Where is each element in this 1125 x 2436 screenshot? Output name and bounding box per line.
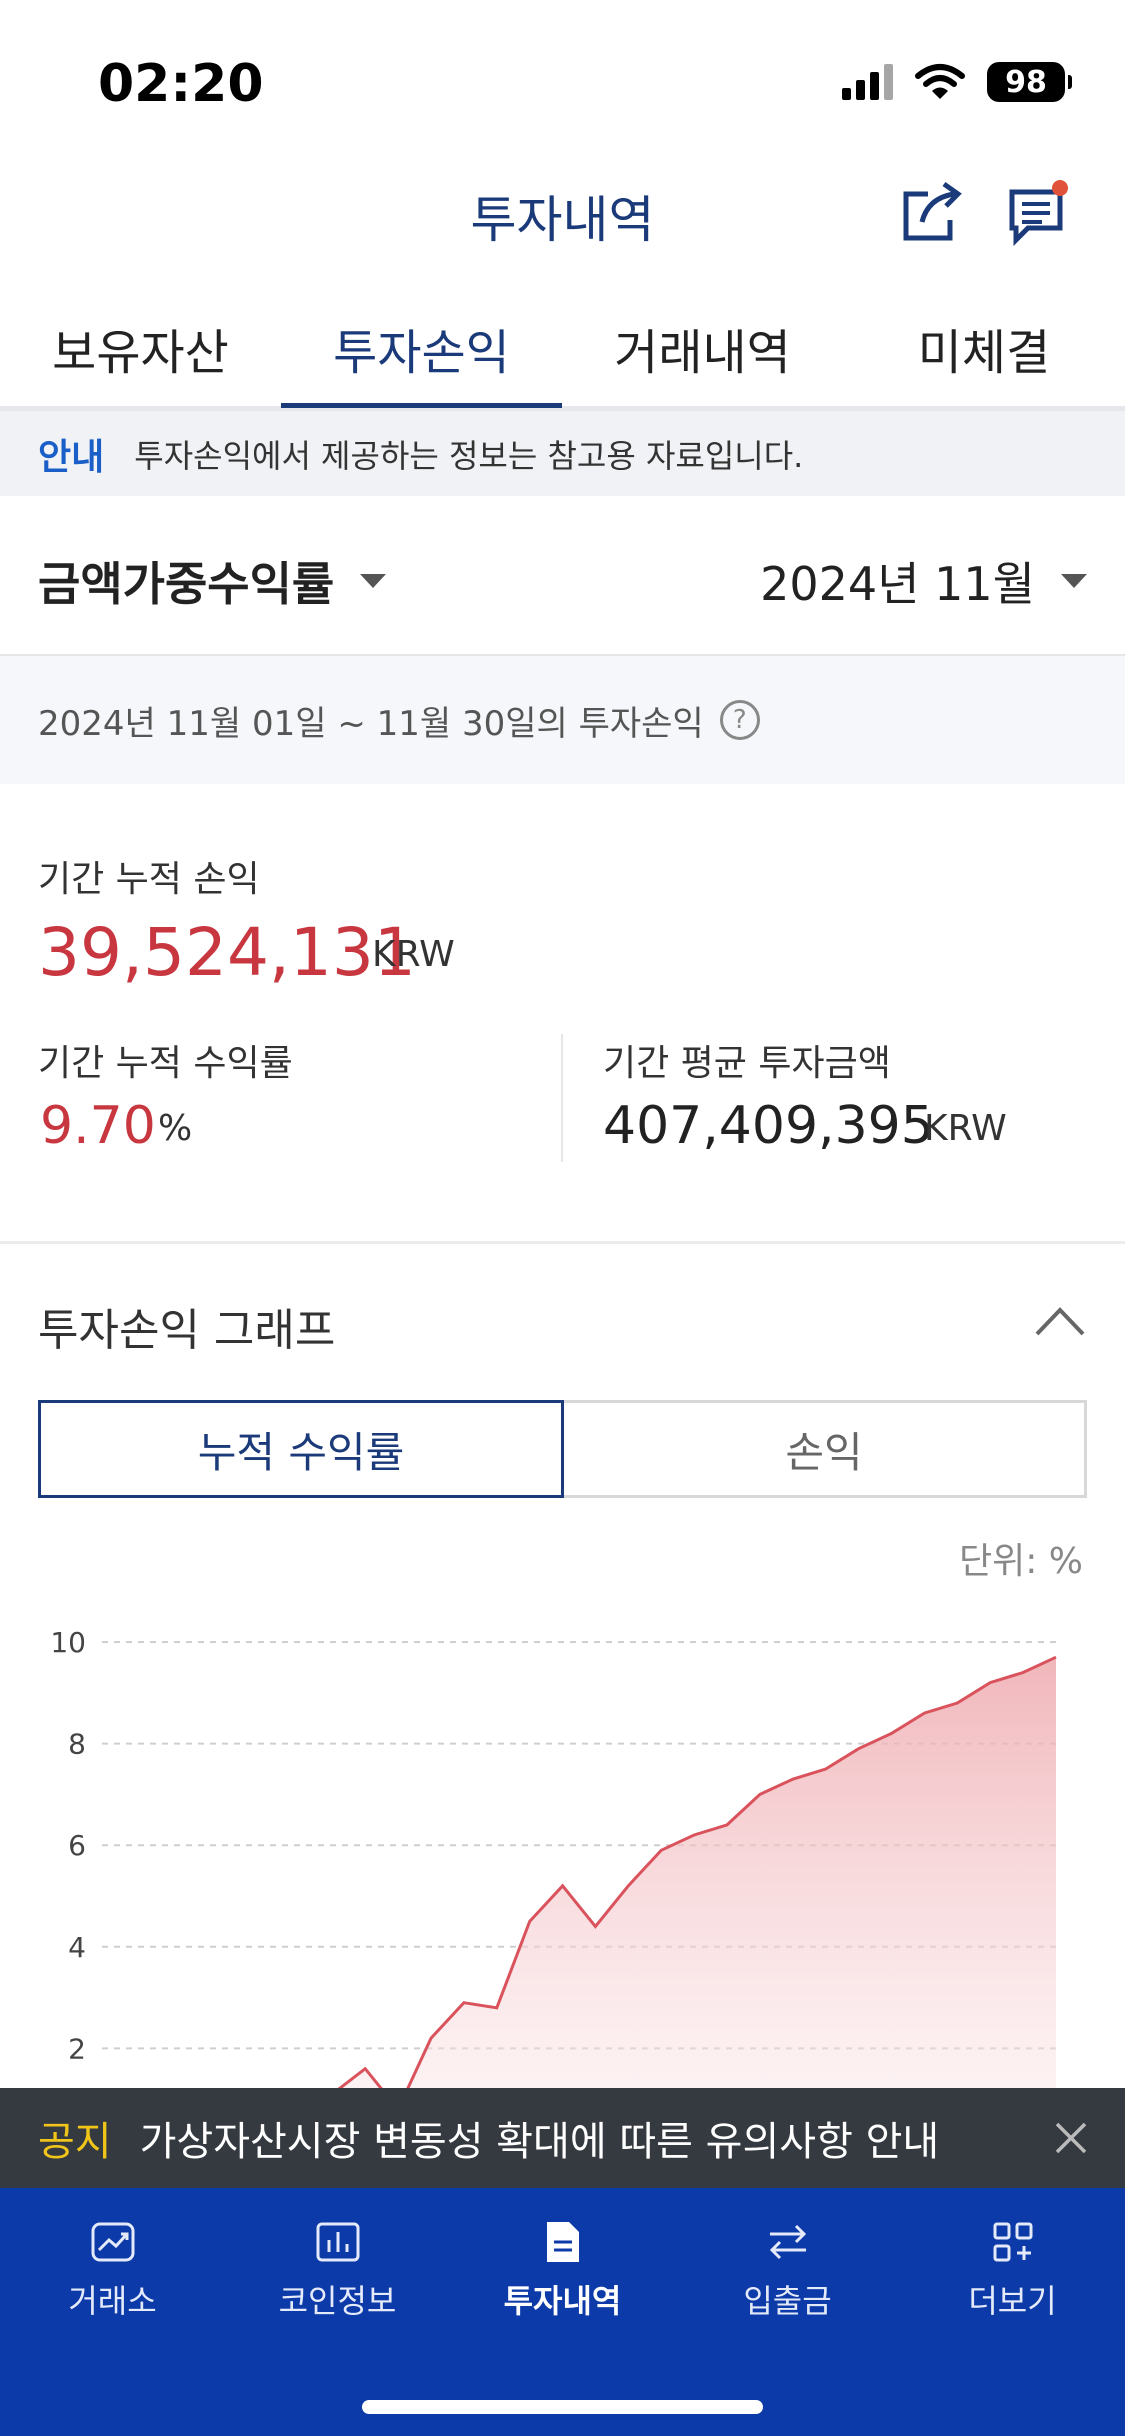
status-bar: 02:20 98	[0, 0, 1125, 170]
bar-chart-icon	[316, 2222, 359, 2262]
wifi-icon	[915, 64, 965, 99]
summary-divider	[561, 1034, 563, 1162]
transfer-icon	[769, 2224, 806, 2260]
metric-dropdown[interactable]: 금액가중수익률	[38, 548, 387, 614]
tab-holdings[interactable]: 보유자산	[0, 313, 281, 383]
pnl-summary: 기간 누적 손익 39,524,131 KRW 기간 누적 수익률 9.70 %…	[0, 784, 1125, 1244]
announcement-banner[interactable]: 공지 가상자산시장 변동성 확대에 따른 유의사항 안내	[0, 2088, 1125, 2188]
tab-trade-history[interactable]: 거래내역	[562, 313, 843, 383]
notice-text: 투자손익에서 제공하는 정보는 참고용 자료입니다.	[134, 436, 804, 475]
graph-header[interactable]: 투자손익 그래프	[0, 1244, 1125, 1394]
cumulative-pnl-label: 기간 누적 손익	[38, 859, 260, 900]
graph-segment-control: 누적 수익률 손익	[38, 1400, 1087, 1498]
avg-invest-label: 기간 평균 투자금액	[603, 1043, 891, 1084]
page-header: 투자내역	[0, 170, 1125, 285]
active-tab-indicator	[281, 403, 562, 408]
period-bar: 2024년 11월 01일 ~ 11월 30일의 투자손익 ?	[0, 656, 1125, 784]
chart-unit-label: 단위: %	[958, 1541, 1083, 1582]
month-dropdown-label: 2024년 11월	[760, 557, 1035, 611]
nav-label: 더보기	[968, 2282, 1057, 2320]
avg-invest-value: 407,409,395	[603, 1096, 934, 1156]
help-icon[interactable]: ?	[719, 700, 760, 740]
cumulative-pnl-unit: KRW	[372, 934, 455, 975]
home-indicator	[362, 2400, 763, 2414]
cumulative-pnl-value: 39,524,131	[38, 914, 416, 991]
y-tick-label: 10	[50, 1626, 86, 1659]
close-icon[interactable]	[1053, 2120, 1089, 2156]
filter-row: 금액가중수익률 2024년 11월	[0, 496, 1125, 656]
document-icon	[546, 2222, 579, 2262]
tab-open-orders[interactable]: 미체결	[843, 313, 1125, 383]
nav-label: 거래소	[68, 2282, 157, 2320]
nav-exchange[interactable]: 거래소	[0, 2218, 225, 2322]
message-icon[interactable]	[1004, 176, 1074, 246]
status-icons: 98	[842, 62, 1072, 102]
chevron-down-icon	[1061, 574, 1087, 588]
nav-label: 입출금	[743, 2282, 832, 2320]
cellular-signal-icon	[842, 64, 893, 100]
y-tick-label: 4	[68, 1931, 86, 1964]
battery-icon: 98	[987, 62, 1072, 102]
period-text: 2024년 11월 01일 ~ 11월 30일의 투자손익	[38, 703, 704, 744]
nav-label: 코인정보	[278, 2282, 397, 2320]
y-tick-label: 2	[68, 2032, 86, 2065]
banner-text: 가상자산시장 변동성 확대에 따른 유의사항 안내	[139, 2119, 940, 2165]
status-time: 02:20	[98, 54, 264, 114]
chevron-down-icon	[360, 574, 387, 588]
metric-dropdown-label: 금액가중수익률	[38, 557, 335, 611]
cumulative-rate-value: 9.70	[40, 1096, 156, 1156]
cumulative-rate-label: 기간 누적 수익률	[38, 1043, 293, 1084]
cumulative-rate-unit: %	[158, 1108, 193, 1149]
nav-deposit-withdraw[interactable]: 입출금	[675, 2218, 900, 2322]
cumulative-return-chart: 10 8 6 4 2	[50, 1626, 1057, 2088]
tab-investment-pnl[interactable]: 투자손익	[281, 313, 562, 383]
y-tick-label: 8	[68, 1728, 86, 1761]
share-icon[interactable]	[898, 176, 968, 246]
banner-tag: 공지	[38, 2119, 112, 2165]
y-tick-label: 6	[68, 1829, 86, 1862]
avg-invest-unit: KRW	[924, 1108, 1007, 1149]
chart-icon	[91, 2222, 134, 2262]
bottom-navigation: 거래소 코인정보 투자내역 입출금 더보기	[0, 2188, 1125, 2436]
nav-coin-info[interactable]: 코인정보	[225, 2218, 450, 2322]
nav-label: 투자내역	[503, 2282, 622, 2320]
month-dropdown[interactable]: 2024년 11월	[760, 548, 1087, 614]
nav-investment-history[interactable]: 투자내역	[450, 2218, 675, 2322]
segment-pnl[interactable]: 손익	[564, 1400, 1087, 1498]
segment-cumulative-rate[interactable]: 누적 수익률	[38, 1400, 564, 1498]
nav-more[interactable]: 더보기	[900, 2218, 1125, 2322]
notice-tag: 안내	[38, 436, 105, 478]
tab-bar: 보유자산 투자손익 거래내역 미체결	[0, 295, 1125, 411]
graph-title: 투자손익 그래프	[38, 1305, 336, 1356]
info-notice: 안내 투자손익에서 제공하는 정보는 참고용 자료입니다.	[0, 411, 1125, 496]
grid-plus-icon	[993, 2222, 1032, 2262]
chevron-up-icon[interactable]	[1033, 1304, 1087, 1338]
